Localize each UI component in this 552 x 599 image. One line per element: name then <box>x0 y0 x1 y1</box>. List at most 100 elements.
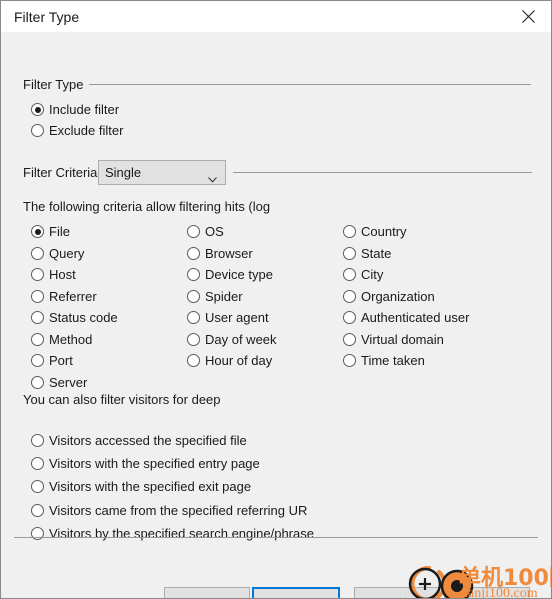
filter-type-group-label: Filter Type <box>23 77 84 92</box>
radio-label: Port <box>49 353 73 368</box>
radio-indicator <box>31 103 44 116</box>
radio-indicator <box>31 124 44 137</box>
visitors-description: You can also filter visitors for deep <box>23 392 221 407</box>
radio-indicator <box>31 225 44 238</box>
radio-criteria-os[interactable]: OS <box>187 223 224 240</box>
radio-visitors-accessed-file[interactable]: Visitors accessed the specified file <box>31 432 247 449</box>
footer-separator <box>14 537 538 538</box>
close-icon <box>521 10 535 23</box>
radio-label: Exclude filter <box>49 123 124 138</box>
radio-label: State <box>361 246 392 261</box>
radio-indicator <box>31 311 44 324</box>
radio-label: File <box>49 224 70 239</box>
radio-label: Visitors with the specified exit page <box>49 479 252 494</box>
radio-visitors-entry-page[interactable]: Visitors with the specified entry page <box>31 455 260 472</box>
filter-type-group-rule <box>89 84 531 85</box>
radio-criteria-status-code[interactable]: Status code <box>31 309 118 326</box>
radio-criteria-file[interactable]: File <box>31 223 70 240</box>
radio-label: Authenticated user <box>361 310 470 325</box>
radio-criteria-referrer[interactable]: Referrer <box>31 288 97 305</box>
radio-indicator <box>343 333 356 346</box>
close-button[interactable] <box>505 1 551 32</box>
radio-label: Time taken <box>361 353 425 368</box>
radio-visitors-referring-url[interactable]: Visitors came from the specified referri… <box>31 502 307 519</box>
radio-label: Method <box>49 332 93 347</box>
radio-label: Server <box>49 375 88 390</box>
radio-label: Visitors came from the specified referri… <box>49 503 308 518</box>
radio-criteria-country[interactable]: Country <box>343 223 407 240</box>
cancel-button[interactable]: 取消 <box>354 587 440 598</box>
radio-criteria-query[interactable]: Query <box>31 245 84 262</box>
radio-label: Visitors accessed the specified file <box>49 433 247 448</box>
radio-criteria-time-taken[interactable]: Time taken <box>343 352 425 369</box>
dialog-body: Filter Type Include filter Exclude filte… <box>1 32 551 598</box>
radio-visitors-search-engine[interactable]: Visitors by the specified search engine/… <box>31 525 314 542</box>
next-button[interactable]: 下一页(N) > <box>252 587 340 598</box>
radio-criteria-port[interactable]: Port <box>31 352 73 369</box>
radio-label: Host <box>49 267 76 282</box>
help-button[interactable]: 帮助 <box>444 587 530 598</box>
radio-indicator <box>343 290 356 303</box>
radio-visitors-exit-page[interactable]: Visitors with the specified exit page <box>31 478 251 495</box>
radio-criteria-device-type[interactable]: Device type <box>187 266 273 283</box>
filter-criteria-select[interactable]: Single <box>98 160 226 185</box>
radio-criteria-host[interactable]: Host <box>31 266 76 283</box>
radio-indicator <box>31 434 44 447</box>
radio-label: City <box>361 267 384 282</box>
radio-criteria-spider[interactable]: Spider <box>187 288 243 305</box>
window-title: Filter Type <box>14 9 80 25</box>
radio-label: Browser <box>205 246 253 261</box>
radio-indicator <box>187 247 200 260</box>
criteria-description: The following criteria allow filtering h… <box>23 199 271 214</box>
radio-indicator <box>187 333 200 346</box>
radio-criteria-method[interactable]: Method <box>31 331 92 348</box>
radio-indicator <box>31 247 44 260</box>
radio-criteria-organization[interactable]: Organization <box>343 288 435 305</box>
radio-indicator <box>31 354 44 367</box>
radio-indicator <box>343 247 356 260</box>
radio-criteria-virtual-domain[interactable]: Virtual domain <box>343 331 444 348</box>
radio-exclude-filter[interactable]: Exclude filter <box>31 122 123 139</box>
radio-indicator <box>31 290 44 303</box>
radio-criteria-city[interactable]: City <box>343 266 383 283</box>
radio-criteria-state[interactable]: State <box>343 245 391 262</box>
radio-label: Day of week <box>205 332 277 347</box>
filter-type-dialog: Filter Type Filter Type Include filter E… <box>0 0 552 599</box>
radio-indicator <box>31 457 44 470</box>
radio-indicator <box>343 268 356 281</box>
chevron-down-icon <box>208 170 217 183</box>
radio-criteria-authenticated-user[interactable]: Authenticated user <box>343 309 469 326</box>
radio-label: Country <box>361 224 407 239</box>
radio-indicator <box>31 480 44 493</box>
radio-indicator <box>187 268 200 281</box>
filter-criteria-label: Filter Criteria: <box>23 165 102 180</box>
radio-label: Hour of day <box>205 353 273 368</box>
radio-label: Visitors with the specified entry page <box>49 456 260 471</box>
radio-label: Query <box>49 246 85 261</box>
radio-indicator <box>187 311 200 324</box>
radio-criteria-browser[interactable]: Browser <box>187 245 253 262</box>
radio-indicator <box>31 504 44 517</box>
radio-criteria-server[interactable]: Server <box>31 374 87 391</box>
radio-criteria-hour-of-day[interactable]: Hour of day <box>187 352 272 369</box>
radio-indicator <box>187 225 200 238</box>
radio-label: Organization <box>361 289 435 304</box>
back-button[interactable]: < 上一步(B) <box>164 587 250 598</box>
radio-label: Include filter <box>49 102 120 117</box>
radio-indicator <box>187 354 200 367</box>
filter-type-group-header: Filter Type <box>23 77 531 92</box>
radio-indicator <box>31 268 44 281</box>
radio-label: User agent <box>205 310 269 325</box>
radio-label: OS <box>205 224 224 239</box>
title-bar: Filter Type <box>1 1 551 32</box>
radio-label: Device type <box>205 267 273 282</box>
radio-label: Virtual domain <box>361 332 444 347</box>
radio-indicator <box>31 527 44 540</box>
radio-indicator <box>187 290 200 303</box>
radio-label: Visitors by the specified search engine/… <box>49 526 314 541</box>
radio-indicator <box>343 311 356 324</box>
radio-label: Status code <box>49 310 118 325</box>
radio-criteria-day-of-week[interactable]: Day of week <box>187 331 277 348</box>
radio-include-filter[interactable]: Include filter <box>31 101 119 118</box>
radio-criteria-user-agent[interactable]: User agent <box>187 309 269 326</box>
